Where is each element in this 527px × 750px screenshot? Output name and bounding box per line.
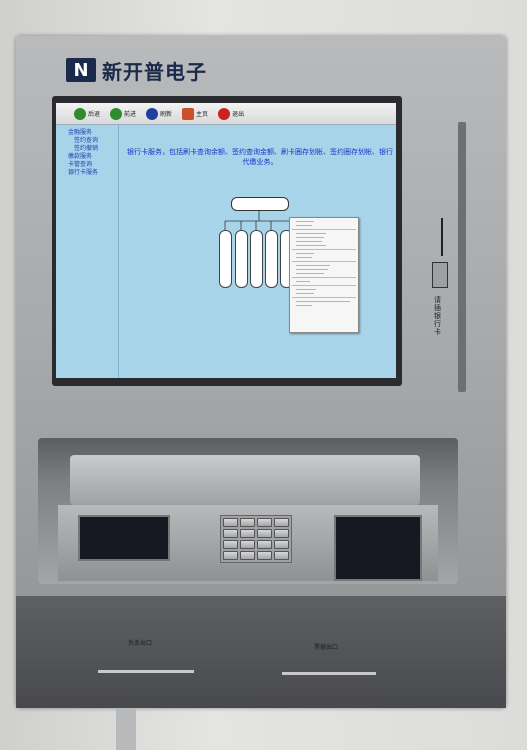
service-tree-node[interactable] xyxy=(235,230,248,288)
context-menu-item[interactable] xyxy=(296,301,350,302)
context-menu-separator xyxy=(292,229,356,230)
kiosk-screen: 后退 前进 刷新 主页 退出 金融服务 签约查询 签约撤销 缴款服务 卡管查询 … xyxy=(56,103,396,378)
context-menu-item[interactable] xyxy=(296,245,326,246)
context-menu-item[interactable] xyxy=(296,305,312,306)
receipt-slot xyxy=(98,670,194,673)
service-tree-node[interactable] xyxy=(250,230,263,288)
card-reader-slot[interactable] xyxy=(432,262,448,288)
context-menu-item[interactable] xyxy=(296,265,330,266)
service-tree-node[interactable] xyxy=(219,230,232,288)
context-menu-item[interactable] xyxy=(296,269,328,270)
context-menu-item[interactable] xyxy=(296,281,310,282)
keypad-key[interactable] xyxy=(240,529,255,538)
ticket-slot xyxy=(282,672,376,675)
keypad-key[interactable] xyxy=(223,551,238,560)
side-panel-slot xyxy=(458,122,466,392)
keypad-key[interactable] xyxy=(223,518,238,527)
brand-header: N 新开普电子 xyxy=(66,55,207,85)
kiosk-lower-panel xyxy=(16,596,506,708)
context-menu-item[interactable] xyxy=(296,237,324,238)
context-menu-item[interactable] xyxy=(296,293,314,294)
context-menu-item[interactable] xyxy=(296,221,314,222)
keypad-key[interactable] xyxy=(257,540,272,549)
context-menu-separator xyxy=(292,297,356,298)
context-menu-item[interactable] xyxy=(296,225,312,226)
service-tree-node[interactable] xyxy=(265,230,278,288)
context-menu-separator xyxy=(292,261,356,262)
keypad-key[interactable] xyxy=(240,551,255,560)
service-tree-root[interactable] xyxy=(231,197,289,211)
keypad-key[interactable] xyxy=(240,518,255,527)
keypad-key[interactable] xyxy=(257,529,272,538)
card-sensor-pad[interactable] xyxy=(78,515,170,561)
context-menu-item[interactable] xyxy=(296,253,314,254)
ticket-slot-label: 票据出口 xyxy=(314,644,339,651)
keypad-key[interactable] xyxy=(274,551,289,560)
keypad-key[interactable] xyxy=(257,551,272,560)
receipt-slot-label: 凭条出口 xyxy=(128,640,153,647)
context-menu[interactable] xyxy=(289,217,359,333)
keypad-key[interactable] xyxy=(240,540,255,549)
keypad-key[interactable] xyxy=(223,540,238,549)
brand-name: 新开普电子 xyxy=(102,59,207,84)
tray-hood xyxy=(70,455,420,505)
wall-pipe xyxy=(116,708,136,750)
keypad-key[interactable] xyxy=(274,540,289,549)
context-menu-separator xyxy=(292,249,356,250)
keypad-key[interactable] xyxy=(274,529,289,538)
card-slot-label: 请插银行卡 xyxy=(434,296,441,336)
keypad-key[interactable] xyxy=(274,518,289,527)
scanner-pad[interactable] xyxy=(334,515,422,581)
context-menu-separator xyxy=(292,277,356,278)
context-menu-item[interactable] xyxy=(296,289,316,290)
keypad-key[interactable] xyxy=(257,518,272,527)
context-menu-item[interactable] xyxy=(296,241,322,242)
context-menu-item[interactable] xyxy=(296,273,324,274)
context-menu-separator xyxy=(292,285,356,286)
pin-keypad[interactable] xyxy=(220,515,292,563)
context-menu-item[interactable] xyxy=(296,257,312,258)
card-insert-arrow-icon xyxy=(441,218,443,256)
brand-logo-icon: N xyxy=(66,58,96,82)
context-menu-item[interactable] xyxy=(296,233,326,234)
keypad-key[interactable] xyxy=(223,529,238,538)
